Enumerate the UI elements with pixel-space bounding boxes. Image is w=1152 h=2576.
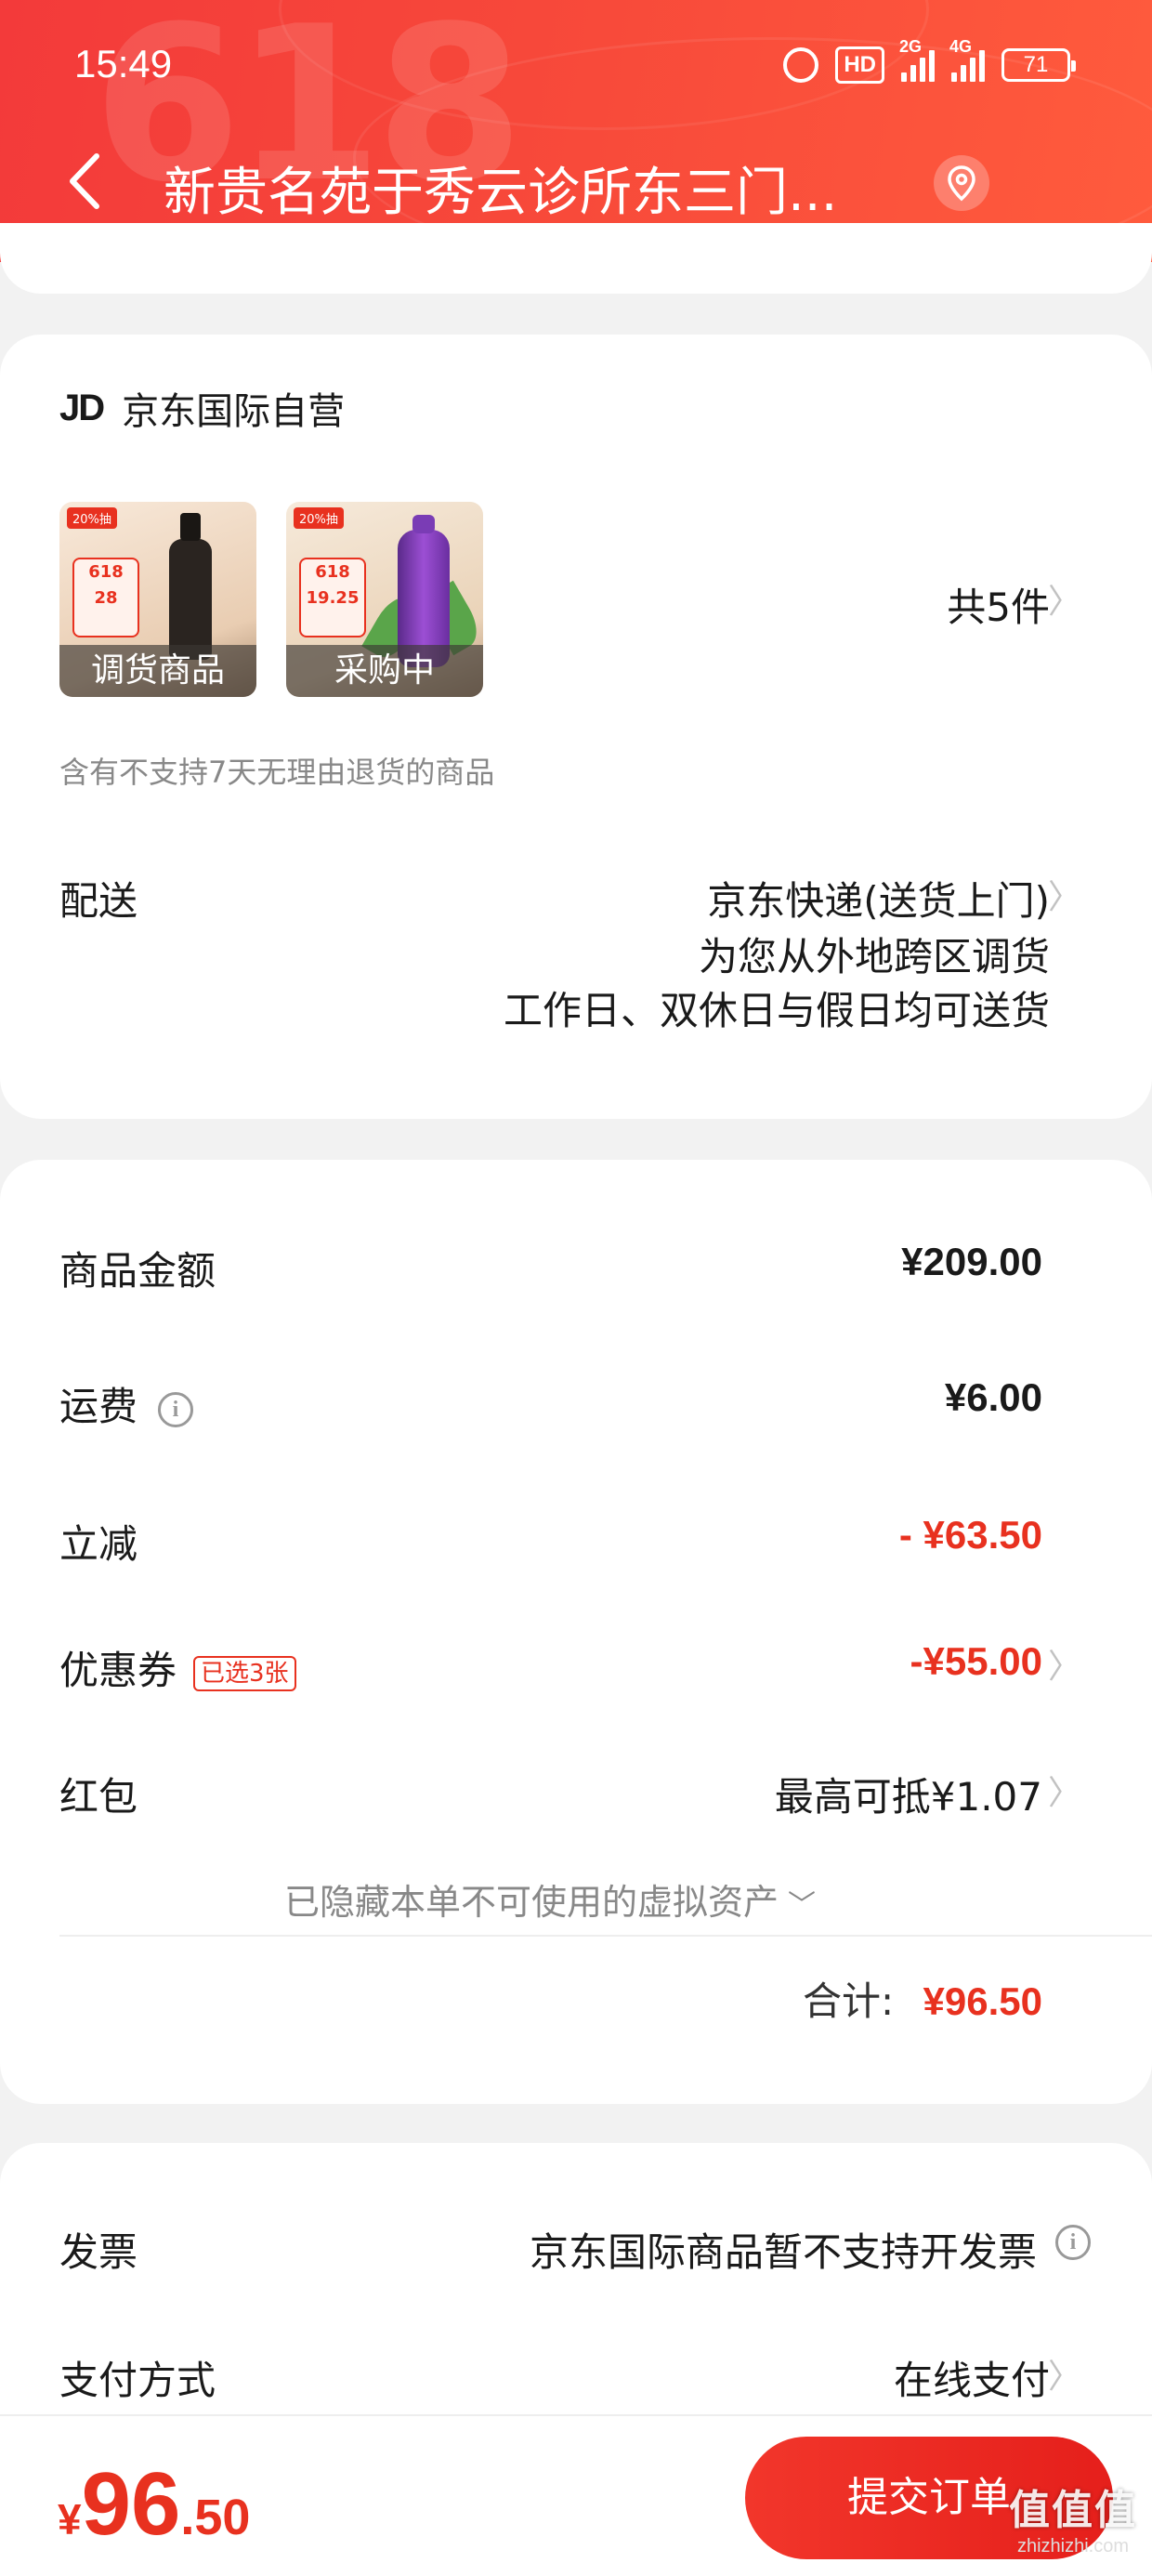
previous-card-edge xyxy=(0,223,1152,294)
shop-name: 京东国际自营 xyxy=(122,390,346,433)
status-bar: 15:49 HD 2G 4G 71 xyxy=(0,0,1152,139)
shampoo-bottle-image xyxy=(169,513,212,660)
delivery-label: 配送 xyxy=(59,878,138,924)
red-packet-label: 红包 xyxy=(59,1774,138,1820)
signal-2g-icon: 2G xyxy=(899,37,935,82)
hd-icon: HD xyxy=(835,46,884,84)
back-button[interactable] xyxy=(59,149,115,214)
shipping-label: 运费 i xyxy=(59,1375,194,1432)
delivery-method[interactable]: 京东快递(送货上门) xyxy=(707,870,1050,927)
order-items-card: JD 京东国际自营 20%抽 618 28 调货商品 20%抽 618 19.25 … xyxy=(0,335,1152,1119)
items-count[interactable]: 共5件 xyxy=(947,576,1050,633)
checkout-bar: ¥96.50 提交订单 值值值 zhizhizhi.com xyxy=(0,2414,1152,2576)
price-summary-card: 商品金额 ¥209.00 运费 i ¥6.00 立减 - ¥63.50 优惠券 已选… xyxy=(0,1160,1152,2104)
address-title[interactable]: 新贵名苑于秀云诊所东三门... xyxy=(164,151,837,226)
total-value: ¥96.50 xyxy=(923,1979,1042,2023)
alarm-icon xyxy=(783,47,819,83)
instant-discount-label: 立减 xyxy=(59,1521,138,1567)
chevron-right-icon[interactable]: 〉 xyxy=(1048,1639,1081,1688)
invoice-label: 发票 xyxy=(59,2229,138,2275)
goods-amount-label: 商品金额 xyxy=(59,1248,216,1294)
product-status-caption: 调货商品 xyxy=(59,645,256,697)
chevron-right-icon[interactable]: 〉 xyxy=(1048,574,1081,623)
location-pin-icon xyxy=(948,165,975,202)
product-thumbnail[interactable]: 20%抽 618 19.25 采购中 xyxy=(286,502,483,697)
coupon-value[interactable]: -¥55.00 xyxy=(910,1639,1042,1684)
coupon-selected-badge: 已选3张 xyxy=(193,1655,296,1691)
hidden-assets-toggle[interactable]: 已隐藏本单不可使用的虚拟资产 ﹀ xyxy=(284,1873,816,1925)
payment-method-label: 支付方式 xyxy=(59,2358,216,2403)
instant-discount-value: - ¥63.50 xyxy=(898,1513,1042,1557)
checkout-total: ¥96.50 xyxy=(58,2454,251,2554)
delivery-note: 为您从外地跨区调货 xyxy=(698,934,1050,979)
product-status-caption: 采购中 xyxy=(286,645,483,697)
info-icon[interactable]: i xyxy=(1055,2225,1091,2260)
coupon-label[interactable]: 优惠券 已选3张 xyxy=(59,1639,296,1696)
chevron-left-icon xyxy=(70,153,99,209)
info-icon[interactable]: i xyxy=(158,1391,194,1427)
location-button[interactable] xyxy=(934,155,989,211)
status-icons: HD 2G 4G 71 xyxy=(783,37,1076,84)
signal-4g-icon: 4G xyxy=(949,37,985,82)
invoice-value: 京东国际商品暂不支持开发票 xyxy=(529,2229,1037,2275)
chevron-right-icon[interactable]: 〉 xyxy=(1048,2349,1081,2398)
payment-method-value[interactable]: 在线支付 xyxy=(894,2349,1050,2406)
red-packet-value[interactable]: 最高可抵¥1.07 xyxy=(775,1766,1042,1822)
chevron-right-icon[interactable]: 〉 xyxy=(1048,870,1081,918)
return-policy-notice: 含有不支持7天无理由退货的商品 xyxy=(59,755,495,790)
divider xyxy=(59,1935,1152,1937)
jd-logo: JD xyxy=(59,387,105,428)
watermark-logo: 值值值 zhizhizhi.com xyxy=(1009,2488,1137,2556)
shop-header: JD 京东国际自营 xyxy=(59,381,345,435)
goods-amount-value: ¥209.00 xyxy=(901,1240,1042,1283)
chevron-right-icon[interactable]: 〉 xyxy=(1048,1766,1081,1814)
battery-icon: 71 xyxy=(1001,48,1076,82)
product-thumbnail[interactable]: 20%抽 618 28 调货商品 xyxy=(59,502,256,697)
shipping-value: ¥6.00 xyxy=(944,1375,1042,1419)
status-time: 15:49 xyxy=(74,42,173,85)
total-row: 合计: ¥96.50 xyxy=(803,1978,1042,2024)
delivery-schedule: 工作日、双休日与假日均可送货 xyxy=(503,988,1050,1033)
chevron-down-icon: ﹀ xyxy=(788,1889,817,1922)
